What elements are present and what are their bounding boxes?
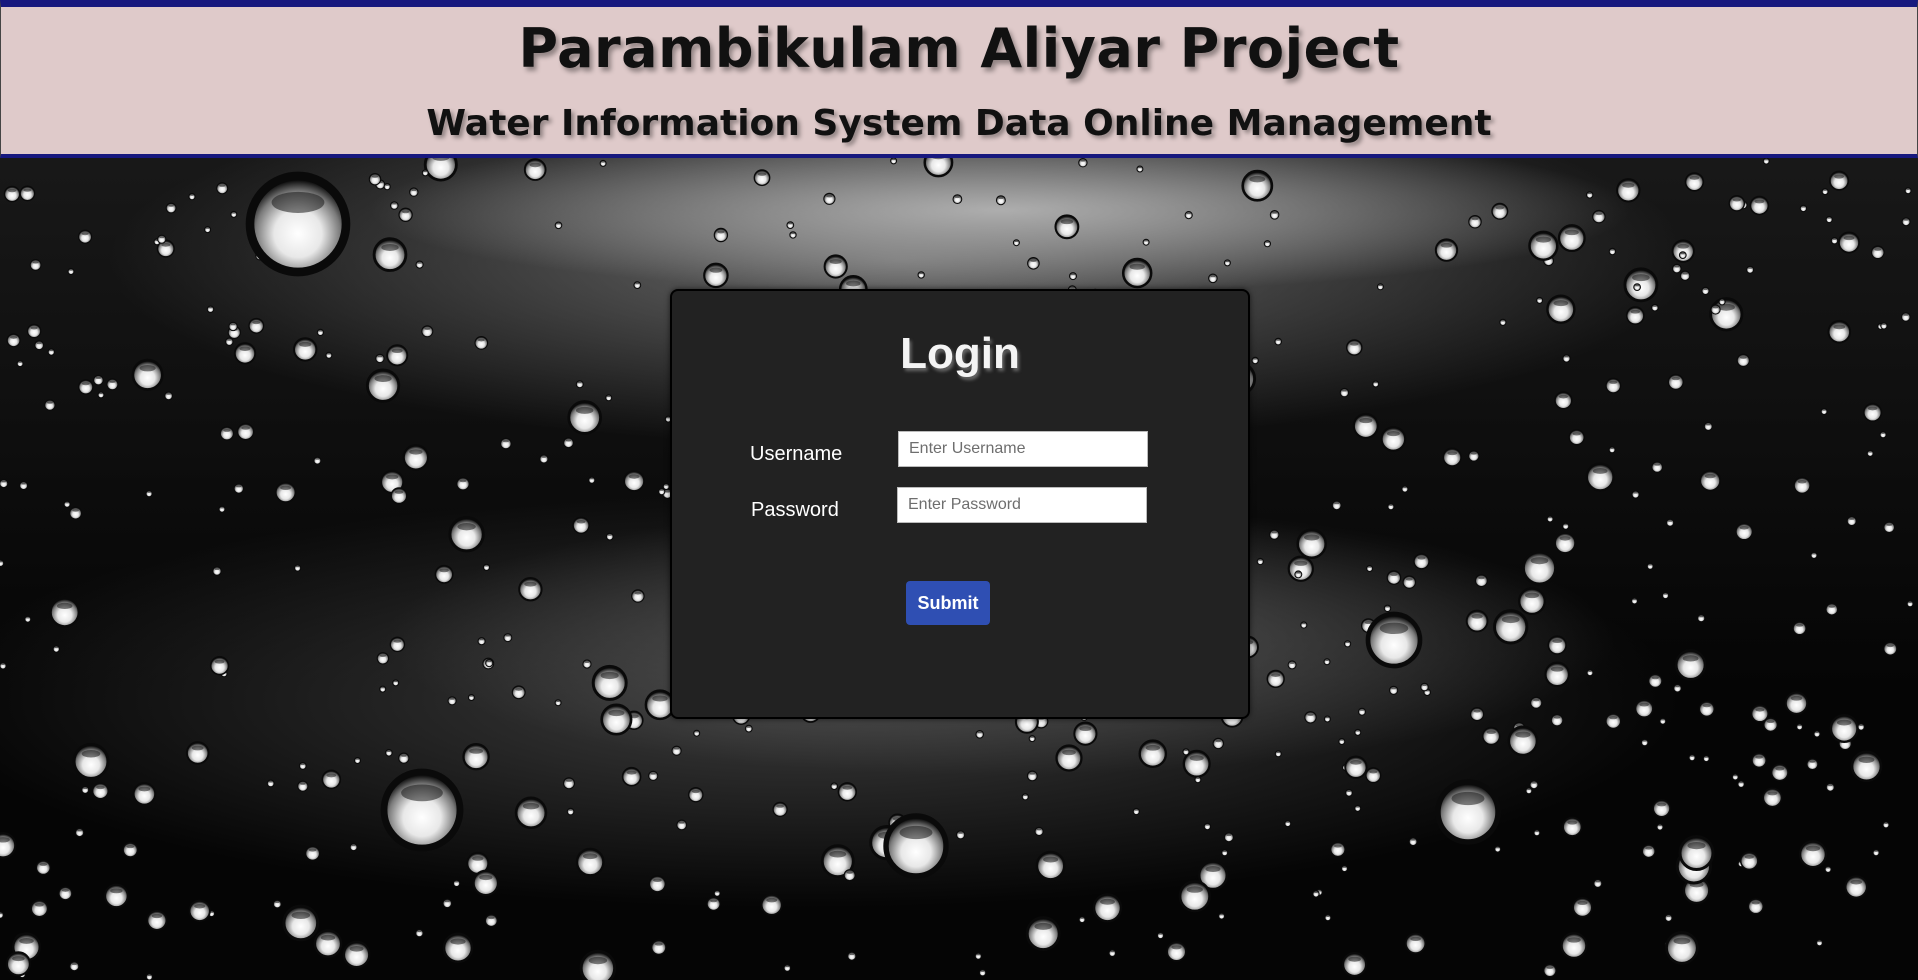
login-page: Parambikulam Aliyar Project Water Inform…	[0, 0, 1918, 980]
username-input[interactable]	[898, 431, 1148, 467]
site-header: Parambikulam Aliyar Project Water Inform…	[0, 0, 1918, 158]
site-subtitle: Water Information System Data Online Man…	[426, 103, 1492, 144]
login-title: Login	[900, 329, 1020, 378]
site-title: Parambikulam Aliyar Project	[518, 17, 1400, 80]
submit-button[interactable]: Submit	[906, 581, 990, 625]
username-label: Username	[750, 443, 843, 465]
password-input[interactable]	[897, 487, 1147, 523]
password-label: Password	[751, 499, 839, 521]
login-form: Login Username Password Submit	[670, 289, 1250, 719]
